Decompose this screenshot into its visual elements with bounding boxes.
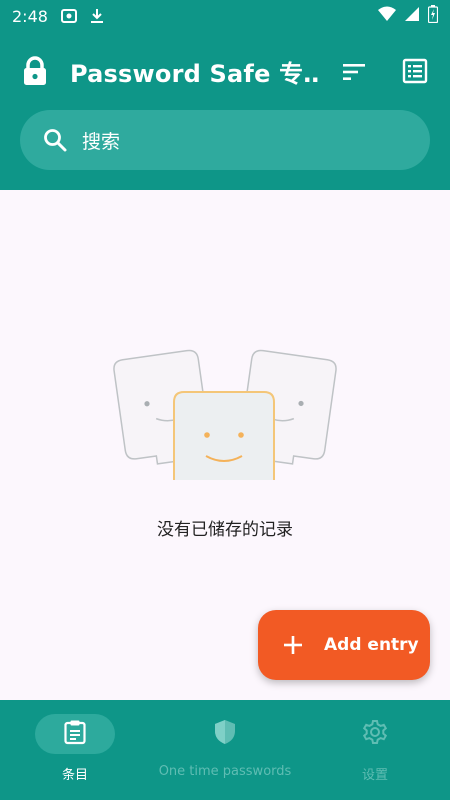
status-bar: 2:48: [0, 0, 450, 32]
nav-item-settings[interactable]: 设置: [300, 714, 450, 794]
plus-icon: [282, 634, 304, 656]
bottom-navigation: 条目 One time passwords 设置: [0, 700, 450, 800]
battery-icon: [427, 5, 439, 27]
clipboard-icon: [63, 719, 87, 749]
empty-mascot-illustration: [113, 349, 337, 480]
nav-label-entries: 条目: [61, 768, 88, 783]
nav-indicator: [35, 714, 115, 754]
sort-icon[interactable]: [340, 58, 368, 86]
nav-label-settings: 设置: [361, 768, 388, 783]
empty-state: 没有已储存的记录: [0, 340, 450, 540]
nav-item-entries[interactable]: 条目: [0, 714, 150, 794]
cellular-signal-icon: [404, 6, 420, 26]
add-entry-label: Add entry: [324, 635, 419, 655]
add-entry-button[interactable]: Add entry: [258, 610, 430, 680]
empty-state-message: 没有已储存的记录: [157, 520, 293, 540]
nav-item-otp[interactable]: One time passwords: [150, 714, 300, 794]
screenshot-notification-icon: [60, 7, 78, 25]
wifi-icon: [378, 6, 396, 26]
search-input[interactable]: 搜索: [20, 110, 430, 170]
gear-icon: [362, 719, 388, 749]
shield-icon: [213, 718, 237, 750]
search-icon: [42, 127, 68, 153]
nav-label-otp: One time passwords: [158, 764, 292, 779]
lock-icon[interactable]: [22, 56, 48, 86]
download-notification-icon: [88, 7, 106, 25]
nav-indicator: [335, 714, 415, 754]
status-time: 2:48: [12, 6, 48, 26]
nav-indicator: [185, 714, 265, 754]
list-view-icon[interactable]: [400, 56, 430, 86]
app-bar: Password Safe 专…: [0, 44, 450, 98]
app-title: Password Safe 专…: [70, 60, 320, 88]
search-placeholder: 搜索: [82, 130, 121, 153]
